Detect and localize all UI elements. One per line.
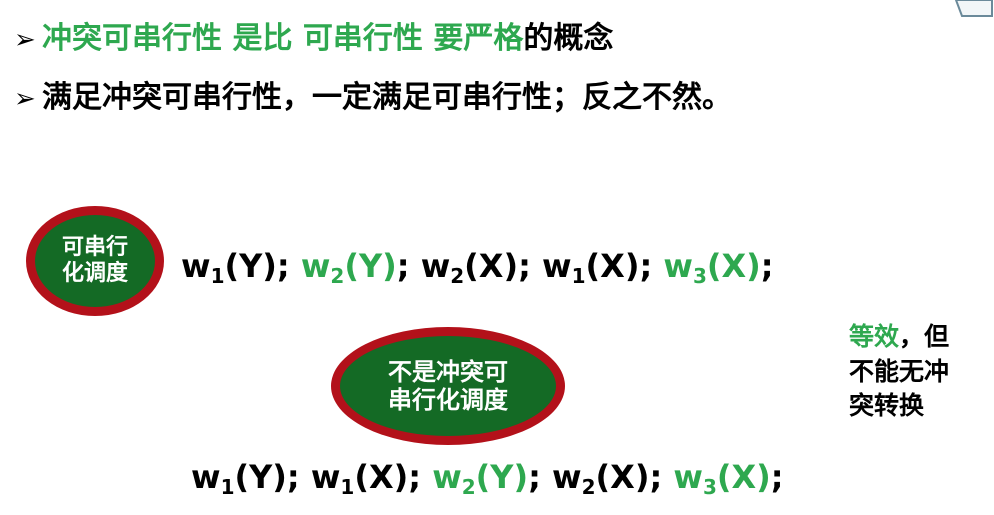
bullet-implication: ➢ 满足冲突可串行性，一定满足可串行性；反之不然。 — [14, 83, 732, 113]
schedule-op-subscript: 1 — [210, 264, 225, 288]
schedule-op: ; — [528, 458, 541, 496]
not-conflict-label-line2: 串行化调度 — [388, 386, 508, 414]
schedule-op-argument: (X) — [706, 247, 761, 285]
schedule-op: w1(X); — [542, 247, 653, 288]
schedule-op-argument: (Y); — [234, 458, 300, 496]
schedule-op-argument: (X); — [585, 247, 653, 285]
schedule-op-letter: w — [432, 458, 462, 496]
schedule-op-subscript: 1 — [571, 264, 586, 288]
schedule-op-letter: w — [191, 458, 221, 496]
schedule-op-argument: ; — [528, 458, 541, 496]
bullet-strictness: ➢ 冲突可串行性 是比 可串行性 要严格的概念 — [14, 24, 613, 54]
schedule-op-argument: (Y) — [344, 247, 397, 285]
schedule-op-letter: w — [420, 247, 451, 285]
schedule-not-conflict-serializable: w1(Y); w1(X); w2(Y); w2(X); w3(X); — [191, 458, 784, 499]
note-but: ，但 — [899, 322, 950, 351]
note-line2: 不能无冲 — [849, 356, 950, 386]
schedule-op: w3(X) — [673, 458, 771, 499]
schedule-op-letter: w — [663, 247, 693, 285]
slide-corner-decoration — [954, 0, 993, 17]
schedule-op: w2(X); — [552, 458, 663, 499]
schedule-op-subscript: 2 — [581, 475, 596, 499]
schedule-op-subscript: 3 — [692, 264, 707, 288]
schedule-op-argument: ; — [396, 247, 410, 285]
schedule-op: ; — [771, 458, 784, 496]
schedule-op: w2(X); — [420, 247, 531, 288]
schedule-op: w2(Y) — [432, 458, 529, 499]
schedule-op: ; — [761, 247, 774, 285]
not-conflict-label-line1: 不是冲突可 — [388, 357, 508, 386]
schedule-serializable: w1(Y); w2(Y); w2(X); w1(X); w3(X); — [181, 247, 774, 288]
serializable-schedule-badge: 可串行 化调度 — [26, 206, 164, 316]
schedule-op-argument: (X) — [716, 458, 771, 496]
serializable-label-line2: 化调度 — [61, 261, 128, 286]
schedule-op-argument: (Y); — [224, 247, 290, 285]
schedule-op: w1(Y); — [181, 247, 290, 288]
schedule-op-subscript: 2 — [461, 475, 476, 499]
schedule-op-subscript: 2 — [330, 264, 345, 288]
serializable-label-line1: 可串行 — [61, 235, 128, 261]
schedule-op-subscript: 1 — [340, 475, 355, 499]
schedule-op-letter: w — [300, 247, 331, 285]
schedule-op-letter: w — [181, 247, 211, 285]
note-equivalent: 等效 — [849, 322, 900, 351]
not-conflict-serializable-badge: 不是冲突可 串行化调度 — [331, 327, 565, 445]
schedule-op-argument: ; — [770, 458, 784, 496]
schedule-op-argument: ; — [760, 247, 774, 285]
schedule-op-letter: w — [310, 458, 341, 496]
bullet-strictness-highlight: 冲突可串行性 是比 可串行性 要严格 — [42, 21, 524, 56]
schedule-op: ; — [397, 247, 410, 285]
bullet-arrow-icon: ➢ — [14, 84, 36, 114]
bullet-arrow-icon: ➢ — [14, 25, 36, 55]
bullet-strictness-tail: 的概念 — [523, 21, 614, 56]
note-line3: 突转换 — [849, 391, 925, 420]
schedule-op-letter: w — [552, 458, 582, 496]
schedule-op-subscript: 3 — [702, 475, 717, 499]
bullet-implication-text: 满足冲突可串行性，一定满足可串行性；反之不然。 — [42, 80, 732, 115]
schedule-op-subscript: 2 — [450, 264, 465, 288]
schedule-op-letter: w — [673, 458, 703, 496]
schedule-op-subscript: 1 — [220, 475, 235, 499]
schedule-op-argument: (X); — [464, 247, 531, 285]
schedule-op: w2(Y) — [300, 247, 397, 288]
schedule-op-letter: w — [542, 247, 572, 285]
equivalence-note: 等效，但 不能无冲 突转换 — [849, 320, 949, 424]
schedule-op-argument: (X); — [595, 458, 663, 496]
schedule-op: w1(Y); — [191, 458, 300, 499]
schedule-op-argument: (X); — [354, 458, 422, 496]
schedule-op: w1(X); — [310, 458, 422, 499]
schedule-op-argument: (Y) — [475, 458, 529, 496]
schedule-op: w3(X) — [663, 247, 761, 288]
